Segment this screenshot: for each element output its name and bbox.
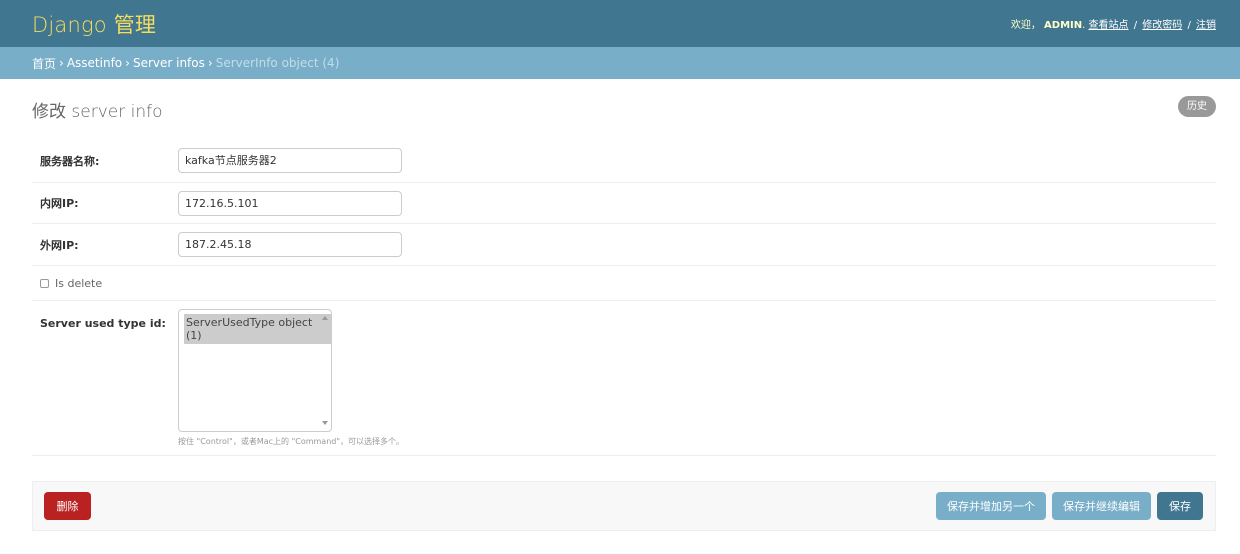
inner-ip-label: 内网IP: bbox=[40, 197, 79, 210]
page-title: 修改 server info bbox=[32, 102, 163, 122]
select-help-text: 按住 "Control"，或者Mac上的 "Command"，可以选择多个。 bbox=[178, 437, 405, 446]
main-content: 修改 server info 历史 服务器名称: kafka节点服务器2 内网I… bbox=[0, 79, 1240, 531]
inner-ip-input[interactable]: 172.16.5.101 bbox=[178, 190, 402, 216]
form-row-outer-ip: 外网IP: 187.2.45.18 bbox=[32, 224, 1216, 266]
save-button[interactable]: 保存 bbox=[1157, 492, 1203, 520]
save-continue-button[interactable]: 保存并继续编辑 bbox=[1052, 492, 1151, 520]
header: Django 管理 欢迎， ADMIN. 查看站点 / 修改密码 / 注销 bbox=[0, 0, 1240, 47]
form-row-inner-ip: 内网IP: 172.16.5.101 bbox=[32, 183, 1216, 224]
outer-ip-label: 外网IP: bbox=[40, 238, 79, 252]
is-delete-label[interactable]: Is delete bbox=[55, 277, 102, 290]
breadcrumb-model[interactable]: Server infos bbox=[133, 56, 205, 70]
form-row-server-name: 服务器名称: kafka节点服务器2 bbox=[32, 139, 1216, 183]
server-used-type-field: ServerUsedType object (1) 按住 "Control"，或… bbox=[178, 309, 404, 447]
scroll-down-icon[interactable] bbox=[322, 421, 328, 425]
server-name-input[interactable]: kafka节点服务器2 bbox=[178, 148, 402, 173]
username: ADMIN bbox=[1044, 20, 1083, 31]
user-tools: 欢迎， ADMIN. 查看站点 / 修改密码 / 注销 bbox=[1010, 20, 1216, 31]
breadcrumb-home[interactable]: 首页 bbox=[32, 55, 56, 72]
save-button-group: 保存并增加另一个 保存并继续编辑 保存 bbox=[936, 492, 1203, 520]
form-row-is-delete: Is delete bbox=[32, 266, 1216, 301]
welcome-text: 欢迎， bbox=[1010, 20, 1041, 31]
site-branding[interactable]: Django 管理 bbox=[32, 9, 156, 39]
save-add-another-button[interactable]: 保存并增加另一个 bbox=[936, 492, 1046, 520]
is-delete-checkbox-wrap: Is delete bbox=[40, 277, 102, 290]
outer-ip-input[interactable]: 187.2.45.18 bbox=[178, 232, 402, 257]
form-row-server-used-type: Server used type id: ServerUsedType obje… bbox=[32, 301, 1216, 456]
select-scrollbar[interactable] bbox=[318, 310, 331, 431]
select-option[interactable]: ServerUsedType object (1) bbox=[184, 314, 331, 344]
server-used-type-label: Server used type id: bbox=[40, 317, 166, 330]
scroll-up-icon[interactable] bbox=[322, 316, 328, 320]
submit-row: 删除 保存并增加另一个 保存并继续编辑 保存 bbox=[32, 481, 1216, 531]
breadcrumb-current: ServerInfo object (4) bbox=[215, 56, 340, 70]
delete-button[interactable]: 删除 bbox=[44, 492, 91, 520]
view-site-link[interactable]: 查看站点 bbox=[1089, 20, 1129, 31]
logout-link[interactable]: 注销 bbox=[1196, 20, 1216, 31]
history-button[interactable]: 历史 bbox=[1178, 96, 1216, 117]
is-delete-checkbox[interactable] bbox=[40, 278, 49, 288]
breadcrumb: 首页 › Assetinfo › Server infos › ServerIn… bbox=[0, 47, 1240, 79]
server-used-type-select[interactable]: ServerUsedType object (1) bbox=[178, 309, 332, 432]
breadcrumb-app[interactable]: Assetinfo bbox=[67, 56, 122, 70]
server-name-label: 服务器名称: bbox=[40, 154, 100, 168]
change-password-link[interactable]: 修改密码 bbox=[1142, 20, 1182, 31]
